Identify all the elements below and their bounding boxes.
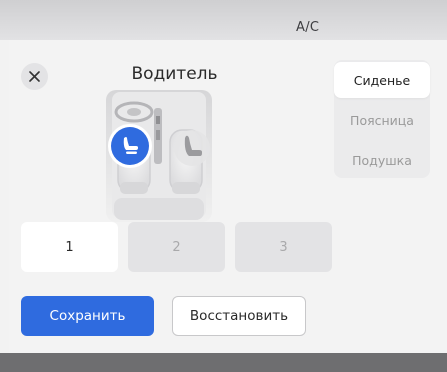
tab-seat[interactable]: Сиденье	[334, 62, 430, 98]
preset-1-button[interactable]: 1	[21, 222, 118, 272]
seat-illustration	[86, 90, 232, 230]
tab-cushion[interactable]: Подушка	[334, 142, 430, 178]
preset-1-label: 1	[65, 239, 74, 255]
tab-lumbar-label: Поясница	[350, 112, 414, 128]
dialog-title: Водитель	[131, 64, 218, 84]
restore-button-label: Восстановить	[189, 308, 289, 324]
save-button[interactable]: Сохранить	[21, 296, 154, 336]
restore-button[interactable]: Восстановить	[172, 296, 306, 336]
bottom-bar	[0, 353, 447, 372]
save-button-label: Сохранить	[49, 308, 126, 324]
ac-label[interactable]: A/C	[296, 20, 319, 35]
seat-zone-tabs: Сиденье Поясница Подушка	[334, 60, 430, 178]
preset-3-button[interactable]: 3	[235, 222, 332, 272]
top-status-strip: A/C	[0, 0, 447, 40]
driver-seat-selector[interactable]	[108, 124, 152, 168]
preset-2-label: 2	[172, 239, 181, 255]
preset-2-button[interactable]: 2	[128, 222, 225, 272]
seat-icon	[111, 127, 149, 165]
cabin-image	[106, 90, 212, 222]
close-icon	[29, 71, 40, 82]
preset-3-label: 3	[279, 239, 288, 255]
tab-cushion-label: Подушка	[352, 152, 412, 168]
close-button[interactable]	[21, 63, 48, 90]
tab-seat-label: Сиденье	[353, 72, 411, 88]
tab-lumbar[interactable]: Поясница	[334, 102, 430, 138]
